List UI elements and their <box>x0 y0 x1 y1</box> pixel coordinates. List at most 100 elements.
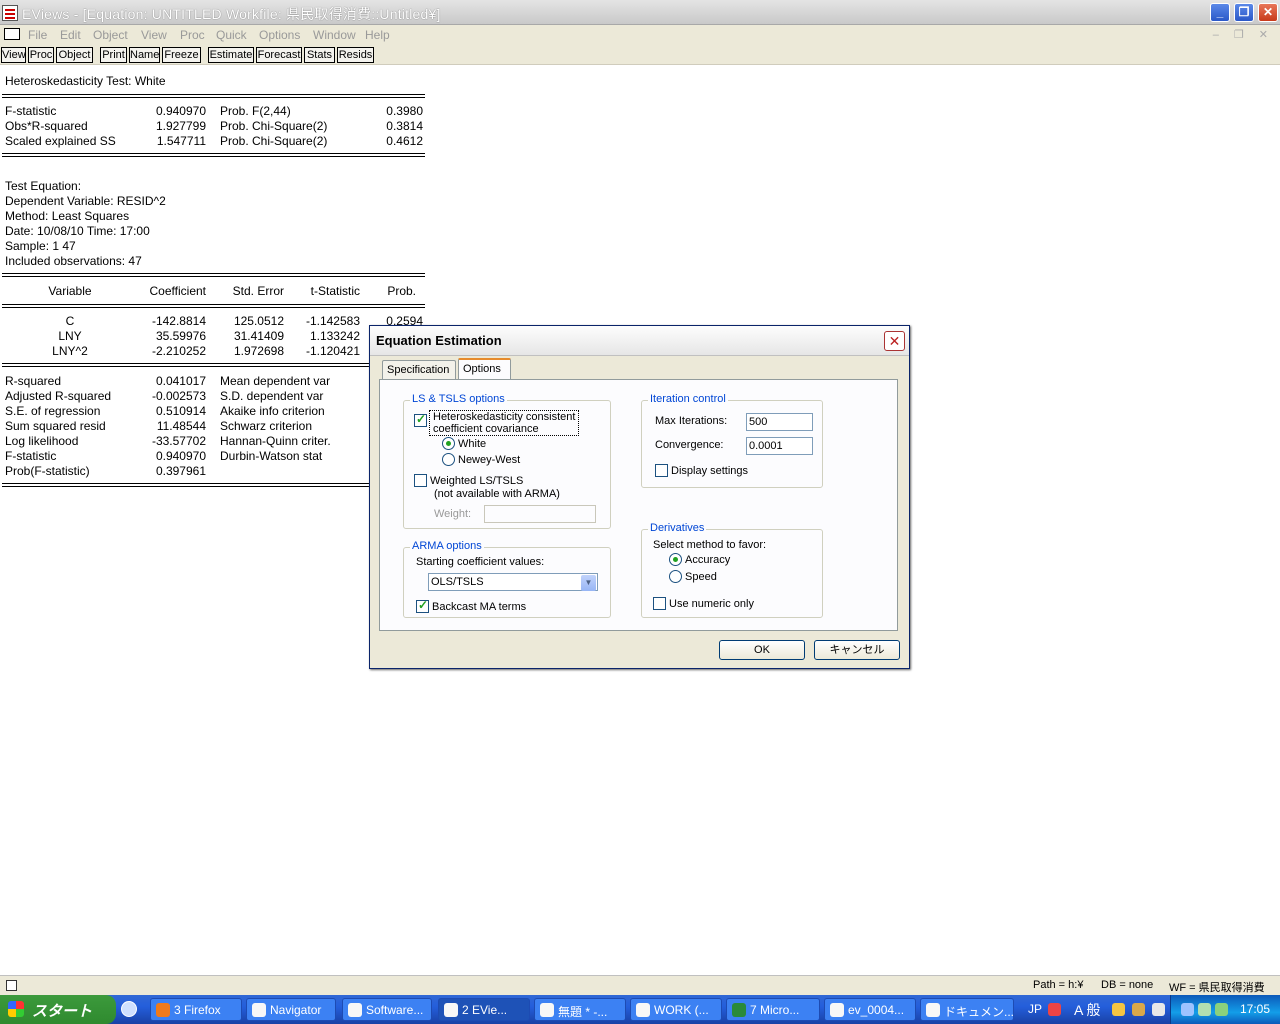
col-header: Variable <box>48 284 92 298</box>
eviews-app-icon[interactable] <box>2 5 18 21</box>
display-settings-checkbox[interactable] <box>655 464 668 477</box>
coef-t: 1.133242 <box>309 329 360 343</box>
forecast-button[interactable]: Forecast <box>256 47 302 63</box>
max-iterations-input[interactable]: 500 <box>746 413 813 431</box>
info-line: Sample: 1 47 <box>5 239 76 253</box>
menu-options[interactable]: Options <box>259 28 300 42</box>
dialog-title-bar[interactable]: Equation Estimation ✕ <box>370 326 909 356</box>
task-firefox[interactable]: 3 Firefox <box>150 998 242 1021</box>
derivatives-group-title: Derivatives <box>648 522 707 534</box>
name-button[interactable]: Name <box>129 47 160 63</box>
hetero-checkbox[interactable] <box>414 412 427 427</box>
menu-object[interactable]: Object <box>93 28 128 42</box>
stat-value: 0.940970 <box>155 104 206 118</box>
language-bar[interactable]: JP A 般 <box>1022 995 1170 1024</box>
chevron-down-icon[interactable]: ▼ <box>581 575 596 591</box>
freeze-button[interactable]: Freeze <box>162 47 201 63</box>
stats-button[interactable]: Stats <box>304 47 335 63</box>
coef-value: 35.59976 <box>155 329 206 343</box>
menu-help[interactable]: Help <box>365 28 390 42</box>
view-button[interactable]: View <box>1 47 26 63</box>
stat-prob-label: Prob. Chi-Square(2) <box>220 134 328 148</box>
info-line: Dependent Variable: RESID^2 <box>5 194 166 208</box>
tab-specification[interactable]: Specification <box>382 360 456 380</box>
coef-t: -1.120421 <box>305 344 360 358</box>
weight-input[interactable] <box>484 505 596 523</box>
tray-icon[interactable] <box>1181 1003 1194 1016</box>
task-untitled[interactable]: 無題 * -... <box>534 998 626 1021</box>
task-label: Software... <box>366 1003 424 1017</box>
dialog-close-button[interactable]: ✕ <box>884 331 905 351</box>
numeric-only-checkbox[interactable] <box>653 597 666 610</box>
estimate-button[interactable]: Estimate <box>208 47 254 63</box>
task-navigator[interactable]: Navigator <box>246 998 336 1021</box>
divider <box>2 483 425 487</box>
summary-label2: Hannan-Quinn criter. <box>220 434 331 448</box>
radio-speed-label: Speed <box>685 571 717 583</box>
divider <box>2 273 425 277</box>
radio-newey-west[interactable] <box>442 453 455 466</box>
menu-quick[interactable]: Quick <box>216 28 247 42</box>
radio-accuracy-label: Accuracy <box>685 554 731 566</box>
tray-icon[interactable] <box>1215 1003 1228 1016</box>
hetero-label-line2: coefficient covariance <box>433 423 539 435</box>
menu-proc[interactable]: Proc <box>180 28 205 42</box>
stat-prob: 0.3814 <box>386 119 423 133</box>
proc-button[interactable]: Proc <box>28 47 54 63</box>
starting-values-select[interactable]: OLS/TSLS ▼ <box>428 573 598 591</box>
summary-label: Adjusted R-squared <box>5 389 112 403</box>
summary-value: -0.002573 <box>151 389 206 403</box>
radio-accuracy[interactable] <box>669 553 682 566</box>
menu-window[interactable]: Window <box>313 28 356 42</box>
ime-tool-icon[interactable] <box>1112 1003 1125 1016</box>
select-method-label: Select method to favor: <box>653 539 767 551</box>
summary-label2: Durbin-Watson stat <box>220 449 323 463</box>
summary-label2: S.D. dependent var <box>220 389 324 403</box>
menu-edit[interactable]: Edit <box>60 28 81 42</box>
object-button[interactable]: Object <box>56 47 93 63</box>
eviews-icon <box>444 1003 458 1017</box>
document-icon[interactable] <box>4 28 20 40</box>
radio-white-label: White <box>458 438 487 450</box>
task-software[interactable]: Software... <box>342 998 432 1021</box>
tray-icon[interactable] <box>1198 1003 1211 1016</box>
task-ev0004[interactable]: ev_0004... <box>824 998 916 1021</box>
minimize-button[interactable]: _ <box>1210 3 1230 22</box>
ime-dictionary-icon[interactable] <box>1132 1003 1145 1016</box>
close-button[interactable]: ✕ <box>1258 3 1278 22</box>
backcast-checkbox[interactable] <box>416 598 429 613</box>
folder-icon <box>636 1003 650 1017</box>
weighted-checkbox[interactable] <box>414 474 427 487</box>
task-eviews[interactable]: 2 EVie... <box>438 998 530 1021</box>
derivatives-group: Derivatives Select method to favor: Accu… <box>641 522 823 618</box>
cancel-button[interactable]: キャンセル <box>814 640 900 660</box>
notepad-icon <box>540 1003 554 1017</box>
language-indicator[interactable]: JP <box>1028 1002 1042 1016</box>
restore-button[interactable]: ❐ <box>1234 3 1254 22</box>
ime-icon[interactable] <box>1048 1003 1061 1016</box>
system-tray: 17:05 <box>1170 995 1280 1024</box>
print-button[interactable]: Print <box>100 47 127 63</box>
start-button[interactable]: スタート <box>0 995 116 1024</box>
numeric-only-label: Use numeric only <box>669 598 754 610</box>
task-documents[interactable]: ドキュメン... <box>920 998 1014 1021</box>
radio-white[interactable] <box>442 437 455 450</box>
resids-button[interactable]: Resids <box>337 47 374 63</box>
task-work[interactable]: WORK (... <box>630 998 722 1021</box>
menu-file[interactable]: File <box>28 28 47 42</box>
stat-prob: 0.3980 <box>386 104 423 118</box>
hetero-label[interactable]: Heteroskedasticity consistent coefficien… <box>429 410 580 436</box>
ime-mode[interactable]: A 般 <box>1074 1000 1100 1020</box>
menu-view[interactable]: View <box>141 28 167 42</box>
ok-button[interactable]: OK <box>719 640 805 660</box>
task-microsoft[interactable]: 7 Micro... <box>726 998 820 1021</box>
convergence-input[interactable]: 0.0001 <box>746 437 813 455</box>
command-toggle[interactable] <box>6 980 17 991</box>
task-label: Navigator <box>270 1003 322 1017</box>
radio-speed[interactable] <box>669 570 682 583</box>
mdi-window-controls[interactable]: – ❐ ✕ <box>1213 28 1274 41</box>
tab-options[interactable]: Options <box>458 358 511 380</box>
clock[interactable]: 17:05 <box>1240 1002 1270 1016</box>
ime-help-icon[interactable] <box>1152 1003 1165 1016</box>
quick-launch-icon[interactable] <box>121 1001 137 1017</box>
